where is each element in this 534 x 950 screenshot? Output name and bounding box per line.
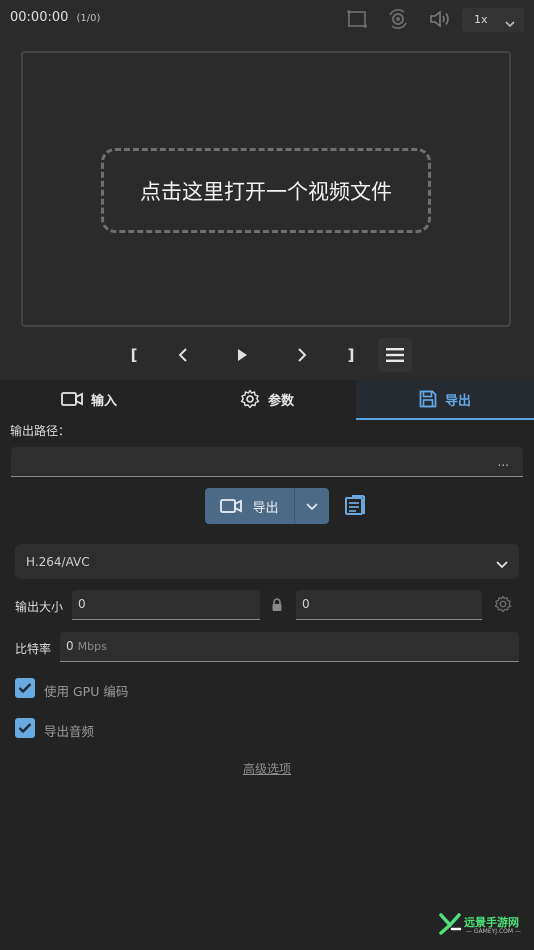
output-height-value: 0 <box>302 597 310 611</box>
chevron-right-icon <box>298 348 307 362</box>
mark-out-button[interactable]: ] <box>334 338 368 372</box>
player-area: 00:00:00 (1/0) 1x 点击这里打开一个视频文件 [] <box>0 0 534 380</box>
export-button[interactable]: 导出 <box>205 488 294 524</box>
watermark-subtext: — GAMEYJ.COM — <box>466 928 521 935</box>
crop-icon[interactable] <box>346 9 368 29</box>
use-gpu-checkbox[interactable] <box>15 678 35 698</box>
watermark-logo-icon <box>439 913 462 935</box>
hamburger-menu-icon <box>386 348 404 362</box>
output-width-value: 0 <box>78 597 86 611</box>
chevron-down-icon <box>306 503 318 511</box>
next-frame-button[interactable] <box>285 338 319 372</box>
mark-in-button[interactable]: [ <box>117 338 151 372</box>
frame-count: (1/0) <box>76 13 101 24</box>
playback-speed-value: 1x <box>474 13 488 26</box>
browse-button[interactable]: ... <box>498 455 509 469</box>
codec-select[interactable]: H.264/AVC <box>15 544 519 579</box>
lock-aspect-icon[interactable] <box>271 597 283 616</box>
export-button-label: 导出 <box>252 500 279 516</box>
settings-panel: 输入 参数 导出 输出路径： ... 导出 H.264/AVC 输出大小 0 0… <box>0 380 534 950</box>
output-path-label: 输出路径： <box>10 424 71 438</box>
gear-icon <box>240 389 260 409</box>
advanced-options-link[interactable]: 高级选项 <box>243 762 291 776</box>
site-watermark: 远景手游网 — GAMEYJ.COM — <box>438 912 530 938</box>
chevron-down-icon <box>495 555 509 574</box>
bitrate-value: 0 <box>66 639 74 653</box>
rotate-settings-icon[interactable] <box>387 9 409 29</box>
output-path-field[interactable]: ... <box>11 447 523 477</box>
tab-bar: 输入 参数 导出 <box>0 380 534 420</box>
output-size-label: 输出大小 <box>15 600 64 614</box>
tab-export[interactable]: 导出 <box>356 380 534 420</box>
tab-export-label: 导出 <box>444 393 471 409</box>
codec-value: H.264/AVC <box>26 555 90 569</box>
bitrate-field[interactable]: 0 Mbps <box>60 632 519 662</box>
video-camera-icon <box>61 391 83 407</box>
checkmark-icon <box>18 723 32 734</box>
tab-input[interactable]: 输入 <box>0 380 178 418</box>
advanced-options-row: 高级选项 <box>0 760 534 777</box>
use-gpu-label: 使用 GPU 编码 <box>44 684 129 699</box>
volume-icon[interactable] <box>429 9 451 29</box>
bitrate-label: 比特率 <box>15 642 52 656</box>
batch-export-icon[interactable] <box>344 494 368 518</box>
playback-speed-select[interactable]: 1x <box>462 8 524 32</box>
previous-frame-button[interactable] <box>166 338 200 372</box>
tab-input-label: 输入 <box>90 393 117 409</box>
floppy-disk-icon <box>419 390 437 408</box>
tab-parameters[interactable]: 参数 <box>178 380 356 418</box>
export-split-button: 导出 <box>205 488 329 524</box>
export-audio-checkbox[interactable] <box>15 718 35 738</box>
tab-parameters-label: 参数 <box>267 393 294 409</box>
checkmark-icon <box>18 683 32 694</box>
export-audio-label: 导出音频 <box>44 724 95 739</box>
chevron-down-icon <box>504 14 516 33</box>
timecode-display: 00:00:00 (1/0) <box>10 10 100 25</box>
timecode-value: 00:00:00 <box>10 10 69 25</box>
menu-button[interactable] <box>378 338 412 372</box>
transport-controls: [ ] <box>0 338 534 372</box>
video-camera-icon <box>220 498 243 514</box>
size-settings-icon[interactable] <box>494 595 512 617</box>
player-top-bar: 00:00:00 (1/0) 1x <box>0 0 534 38</box>
open-video-drop-zone[interactable]: 点击这里打开一个视频文件 <box>101 148 431 233</box>
output-height-field[interactable]: 0 <box>296 590 482 620</box>
open-video-prompt: 点击这里打开一个视频文件 <box>140 179 392 204</box>
output-width-field[interactable]: 0 <box>72 590 260 620</box>
mark-in-label: [ <box>130 346 138 364</box>
bitrate-unit: Mbps <box>77 640 107 653</box>
play-button[interactable] <box>225 338 259 372</box>
play-icon <box>238 349 247 361</box>
chevron-left-icon <box>178 348 187 362</box>
mark-out-label: ] <box>347 346 355 364</box>
export-options-dropdown[interactable] <box>295 488 329 524</box>
bitrate-value-wrap: 0 Mbps <box>66 639 107 653</box>
